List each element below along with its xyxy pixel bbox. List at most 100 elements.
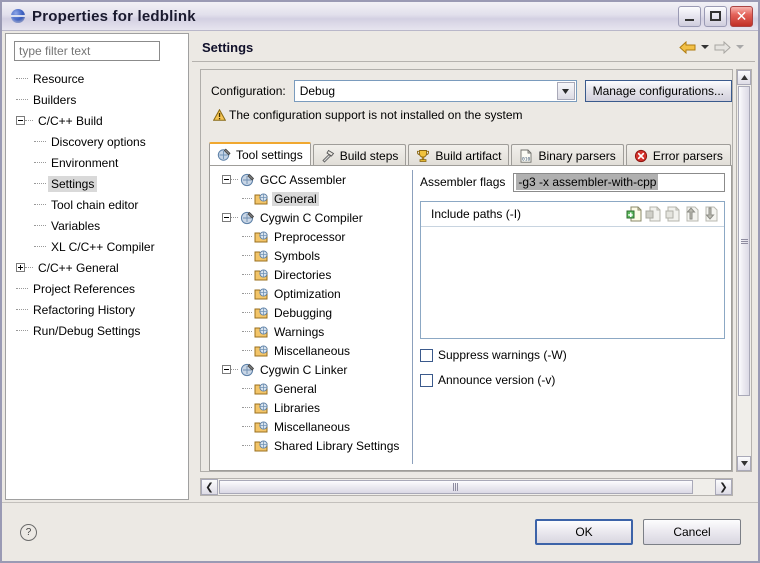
window-title: Properties for ledblink bbox=[32, 7, 196, 25]
tool-tree-item-symbols[interactable]: Symbols bbox=[216, 246, 412, 265]
assembler-flags-input[interactable]: -g3 -x assembler-with-cpp bbox=[513, 172, 725, 192]
sidebar-item-label: Resource bbox=[33, 71, 85, 86]
tool-tree-item-miscellaneous[interactable]: Miscellaneous bbox=[216, 417, 412, 436]
sidebar-item-c-c-general[interactable]: C/C++ General bbox=[6, 257, 188, 278]
sidebar-item-discovery-options[interactable]: Discovery options bbox=[6, 131, 188, 152]
sidebar-item-c-c-build[interactable]: C/C++ Build bbox=[6, 110, 188, 131]
tree-connector bbox=[242, 425, 252, 428]
tab-build-artifact[interactable]: Build artifact bbox=[408, 144, 510, 166]
tool-tree-item-label: Preprocessor bbox=[274, 229, 346, 244]
checkbox-row[interactable]: Announce version (-v) bbox=[420, 371, 725, 389]
tool-tree-item-preprocessor[interactable]: Preprocessor bbox=[216, 227, 412, 246]
add-icon[interactable] bbox=[626, 206, 643, 222]
settings-pane: Settings Configuration: Debug Manage con… bbox=[192, 33, 755, 500]
sidebar-item-environment[interactable]: Environment bbox=[6, 152, 188, 173]
tree-connector bbox=[16, 77, 28, 80]
tool-tree-item-directories[interactable]: Directories bbox=[216, 265, 412, 284]
collapse-icon[interactable] bbox=[222, 365, 231, 374]
minimize-icon bbox=[685, 18, 694, 21]
include-paths-list[interactable] bbox=[421, 227, 724, 338]
scroll-left-button[interactable]: ❮ bbox=[201, 479, 218, 495]
tree-connector bbox=[242, 444, 252, 447]
sidebar-item-tool-chain-editor[interactable]: Tool chain editor bbox=[6, 194, 188, 215]
page-title: Settings bbox=[202, 39, 254, 55]
tab-binary-parsers[interactable]: 010 Binary parsers bbox=[511, 144, 624, 166]
sidebar-item-resource[interactable]: Resource bbox=[6, 68, 188, 89]
collapse-icon[interactable] bbox=[222, 175, 231, 184]
cancel-button[interactable]: Cancel bbox=[643, 519, 741, 545]
sidebar-item-settings[interactable]: Settings bbox=[6, 173, 188, 194]
close-button[interactable]: ✕ bbox=[730, 5, 753, 27]
move-up-icon bbox=[683, 206, 700, 222]
minimize-button[interactable] bbox=[678, 5, 701, 27]
ok-button[interactable]: OK bbox=[535, 519, 633, 545]
assembler-flags-row: Assembler flags -g3 -x assembler-with-cp… bbox=[420, 172, 725, 192]
sidebar-item-label: Tool chain editor bbox=[51, 197, 139, 212]
title-bar: Properties for ledblink ✕ bbox=[2, 2, 758, 31]
tool-tree[interactable]: GCC Assembler General Cygwin C Compiler Pre… bbox=[216, 170, 413, 464]
tab-build-steps[interactable]: Build steps bbox=[312, 144, 407, 166]
horizontal-scrollbar[interactable]: ❮ ❯ bbox=[200, 478, 733, 496]
dialog-content: Resource Builders C/C++ Build Discovery opt… bbox=[2, 30, 758, 503]
checkbox-announce-version-v[interactable] bbox=[420, 373, 433, 387]
help-icon[interactable]: ? bbox=[20, 523, 37, 541]
expand-icon[interactable] bbox=[16, 263, 25, 272]
error-circle-icon bbox=[634, 149, 648, 163]
delete-icon bbox=[645, 206, 662, 222]
sidebar-item-xl-c-c-compiler[interactable]: XL C/C++ Compiler bbox=[6, 236, 188, 257]
sidebar-item-run-debug-settings[interactable]: Run/Debug Settings bbox=[6, 320, 188, 341]
configuration-value: Debug bbox=[299, 84, 336, 98]
configuration-label: Configuration: bbox=[211, 84, 286, 98]
sidebar-item-project-references[interactable]: Project References bbox=[6, 278, 188, 299]
tool-tree-item-general[interactable]: General bbox=[216, 189, 412, 208]
sidebar-item-refactoring-history[interactable]: Refactoring History bbox=[6, 299, 188, 320]
tool-tree-item-miscellaneous[interactable]: Miscellaneous bbox=[216, 341, 412, 360]
sidebar-item-label: Run/Debug Settings bbox=[33, 323, 141, 338]
folder-page-icon bbox=[254, 249, 269, 263]
manage-configurations-button[interactable]: Manage configurations... bbox=[584, 80, 732, 102]
checkbox-row[interactable]: Suppress warnings (-W) bbox=[420, 346, 725, 364]
tool-tree-item-cygwin-c-linker[interactable]: Cygwin C Linker bbox=[216, 360, 412, 379]
navigation-pane: Resource Builders C/C++ Build Discovery opt… bbox=[5, 33, 189, 500]
tab-error-parsers[interactable]: Error parsers bbox=[625, 144, 731, 166]
maximize-button[interactable] bbox=[704, 5, 727, 27]
sidebar-item-variables[interactable]: Variables bbox=[6, 215, 188, 236]
tool-tree-item-shared-library-settings[interactable]: Shared Library Settings bbox=[216, 436, 412, 455]
sidebar-item-builders[interactable]: Builders bbox=[6, 89, 188, 110]
collapse-icon[interactable] bbox=[16, 116, 25, 125]
tool-tree-item-gcc-assembler[interactable]: GCC Assembler bbox=[216, 170, 412, 189]
scroll-down-button[interactable] bbox=[737, 456, 751, 471]
scroll-right-button[interactable]: ❯ bbox=[715, 479, 732, 495]
chevron-down-icon[interactable] bbox=[556, 82, 575, 100]
tool-tree-item-warnings[interactable]: Warnings bbox=[216, 322, 412, 341]
scroll-up-button[interactable] bbox=[737, 70, 751, 85]
back-dropdown-icon[interactable] bbox=[701, 45, 709, 49]
tool-tree-item-optimization[interactable]: Optimization bbox=[216, 284, 412, 303]
tree-connector bbox=[242, 292, 252, 295]
vertical-scrollbar[interactable] bbox=[736, 69, 752, 472]
checkbox-suppress-warnings-w[interactable] bbox=[420, 348, 433, 362]
tab-strip[interactable]: Tool settings Build steps Build artifact 01… bbox=[209, 142, 732, 166]
window-controls: ✕ bbox=[678, 5, 758, 27]
tool-tree-item-general[interactable]: General bbox=[216, 379, 412, 398]
folder-page-icon bbox=[254, 306, 269, 320]
collapse-icon[interactable] bbox=[222, 213, 231, 222]
folder-page-icon bbox=[254, 439, 269, 453]
horizontal-scroll-thumb[interactable] bbox=[219, 480, 693, 494]
configuration-select[interactable]: Debug bbox=[293, 80, 577, 102]
checkbox-label: Suppress warnings (-W) bbox=[438, 348, 567, 362]
sidebar-item-label: Discovery options bbox=[51, 134, 146, 149]
tool-tree-item-cygwin-c-compiler[interactable]: Cygwin C Compiler bbox=[216, 208, 412, 227]
back-arrow-icon[interactable] bbox=[679, 40, 696, 54]
sidebar-item-label: XL C/C++ Compiler bbox=[51, 239, 155, 254]
tool-tree-item-debugging[interactable]: Debugging bbox=[216, 303, 412, 322]
include-paths-listbox[interactable]: Include paths (-I) bbox=[420, 201, 725, 339]
tab-tool-settings[interactable]: Tool settings bbox=[209, 142, 311, 166]
tree-connector bbox=[231, 216, 238, 219]
scroll-grip-h bbox=[453, 483, 459, 491]
vertical-scroll-thumb[interactable] bbox=[738, 86, 750, 396]
settings-tree[interactable]: Resource Builders C/C++ Build Discovery opt… bbox=[6, 68, 188, 499]
sidebar-item-label: Environment bbox=[51, 155, 119, 170]
tool-tree-item-libraries[interactable]: Libraries bbox=[216, 398, 412, 417]
filter-input[interactable] bbox=[14, 41, 160, 61]
